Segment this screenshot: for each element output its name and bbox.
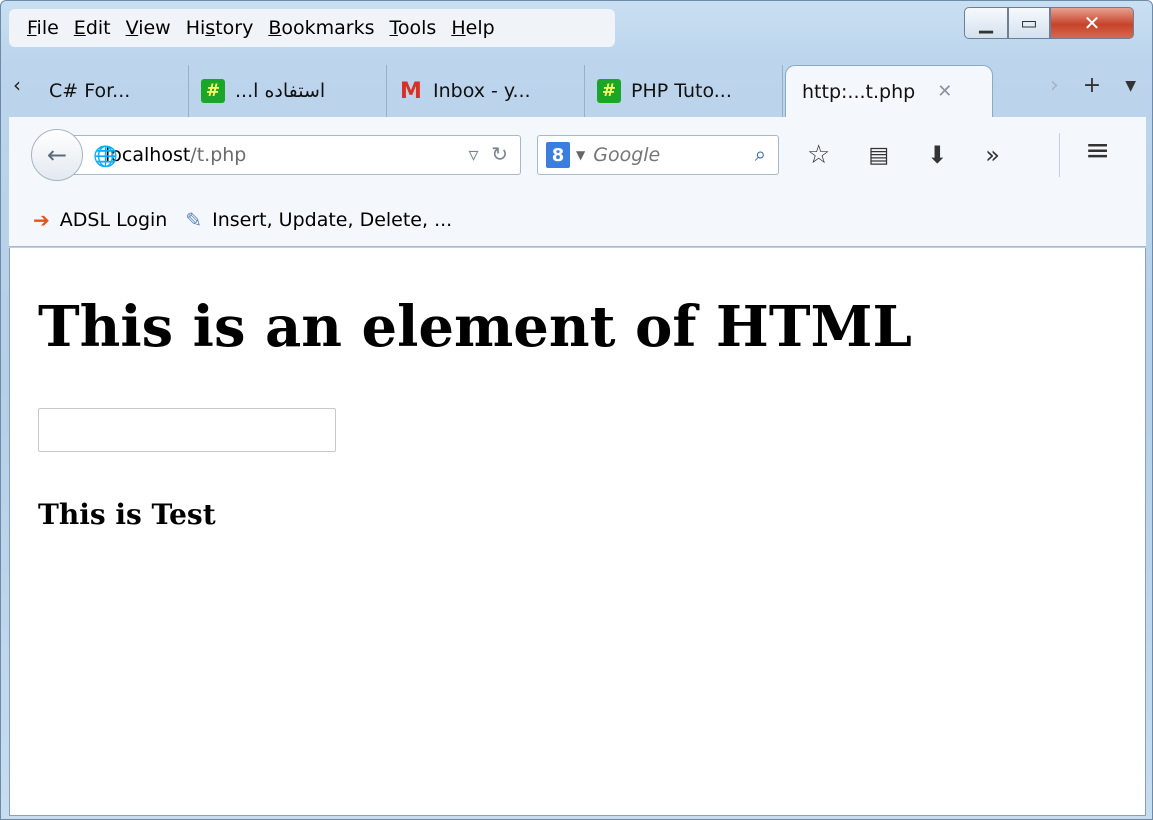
maximize-button[interactable]: ▭	[1008, 7, 1050, 39]
page-subheading: This is Test	[38, 498, 216, 531]
tab-label: http:...t.php	[802, 80, 916, 103]
tab-bar: ‹ C# For... # ...استفاده ا M Inbox - y..…	[9, 61, 1146, 117]
tab-controls: › + ▼	[1026, 73, 1136, 98]
hash-icon: #	[201, 79, 225, 103]
gmail-icon: M	[400, 78, 422, 104]
menu-file[interactable]: File	[27, 17, 59, 39]
search-placeholder: Google	[593, 144, 661, 166]
tab-inbox[interactable]: M Inbox - y...	[387, 65, 585, 117]
minimize-icon: ▁	[979, 12, 993, 34]
bookmarks-toolbar: ➔ ADSL Login ✎ Insert, Update, Delete, .…	[9, 193, 1146, 247]
bookmark-adsl-login[interactable]: ➔ ADSL Login	[33, 208, 167, 232]
menu-bar: File Edit View History Bookmarks Tools H…	[9, 9, 615, 47]
menu-help[interactable]: Help	[451, 17, 494, 39]
arrow-icon: ➔	[33, 207, 50, 232]
bookmark-label: Insert, Update, Delete, ...	[212, 208, 453, 231]
search-engine-icon[interactable]: 8	[546, 142, 570, 168]
back-button[interactable]: ←	[31, 129, 83, 181]
reload-icon[interactable]: ↻	[491, 142, 508, 166]
list-all-tabs-icon[interactable]: ▼	[1125, 78, 1136, 94]
downloads-icon[interactable]: ⬇	[927, 141, 947, 169]
tab-scroll-right-icon[interactable]: ›	[1050, 73, 1059, 98]
tab-label: Inbox - y...	[433, 80, 531, 102]
search-bar[interactable]: 8 ▼ Google ⌕	[537, 135, 779, 175]
page-content: This is an element of HTML This is Test	[9, 248, 1146, 816]
url-path: /t.php	[190, 144, 247, 166]
back-arrow-icon: ←	[46, 141, 68, 169]
tab-scroll-left-icon[interactable]: ‹	[13, 73, 21, 97]
minimize-button[interactable]: ▁	[964, 7, 1008, 39]
bookmark-star-icon[interactable]: ☆	[807, 140, 830, 170]
page-icon: ✎	[185, 207, 203, 232]
window-controls: ▁ ▭ ✕	[964, 7, 1134, 41]
tab-label: C# For...	[49, 80, 131, 102]
toolbar-separator	[1059, 133, 1060, 177]
text-input[interactable]	[38, 408, 336, 452]
tab-php-tutorial[interactable]: # PHP Tuto...	[585, 65, 783, 117]
menu-edit[interactable]: Edit	[74, 17, 111, 39]
tab-label: PHP Tuto...	[631, 80, 732, 102]
bookmark-label: ADSL Login	[59, 208, 168, 231]
maximize-icon: ▭	[1020, 12, 1038, 34]
menu-bookmarks[interactable]: Bookmarks	[268, 17, 374, 39]
hash-icon: #	[597, 79, 621, 103]
overflow-chevron-icon[interactable]: »	[985, 141, 1000, 169]
url-bar[interactable]: 🌐 localhost/t.php ▿ ↻	[69, 135, 521, 175]
hamburger-menu-icon[interactable]: ≡	[1085, 133, 1110, 168]
browser-window: File Edit View History Bookmarks Tools H…	[0, 0, 1153, 820]
tab-active-tphp[interactable]: http:...t.php ✕	[785, 65, 993, 117]
tab-close-icon[interactable]: ✕	[937, 81, 952, 102]
navigation-bar: 🌐 localhost/t.php ▿ ↻ ← 8 ▼ Google ⌕ ☆ ▤…	[9, 117, 1146, 193]
close-window-button[interactable]: ✕	[1050, 7, 1134, 39]
page-heading: This is an element of HTML	[38, 294, 912, 360]
tab-csharp-forum[interactable]: C# For...	[37, 65, 189, 117]
nav-toolbar: ☆ ▤ ⬇ »	[807, 135, 1038, 175]
close-icon: ✕	[1083, 11, 1101, 35]
history-dropdown-icon[interactable]: ▿	[468, 142, 478, 166]
menu-tools[interactable]: Tools	[390, 17, 437, 39]
bookmarks-menu-icon[interactable]: ▤	[868, 143, 889, 168]
engine-dropdown-icon[interactable]: ▼	[576, 148, 585, 162]
bookmark-insert-update-delete[interactable]: ✎ Insert, Update, Delete, ...	[185, 208, 452, 232]
tab-persian-site[interactable]: # ...استفاده ا	[189, 65, 387, 117]
url-bar-icons: ▿ ↻	[468, 142, 508, 166]
search-icon[interactable]: ⌕	[755, 142, 766, 166]
new-tab-icon[interactable]: +	[1083, 73, 1101, 98]
globe-icon: 🌐	[93, 144, 118, 168]
menu-view[interactable]: View	[126, 17, 171, 39]
menu-history[interactable]: History	[186, 17, 254, 39]
tab-label: ...استفاده ا	[235, 80, 326, 102]
